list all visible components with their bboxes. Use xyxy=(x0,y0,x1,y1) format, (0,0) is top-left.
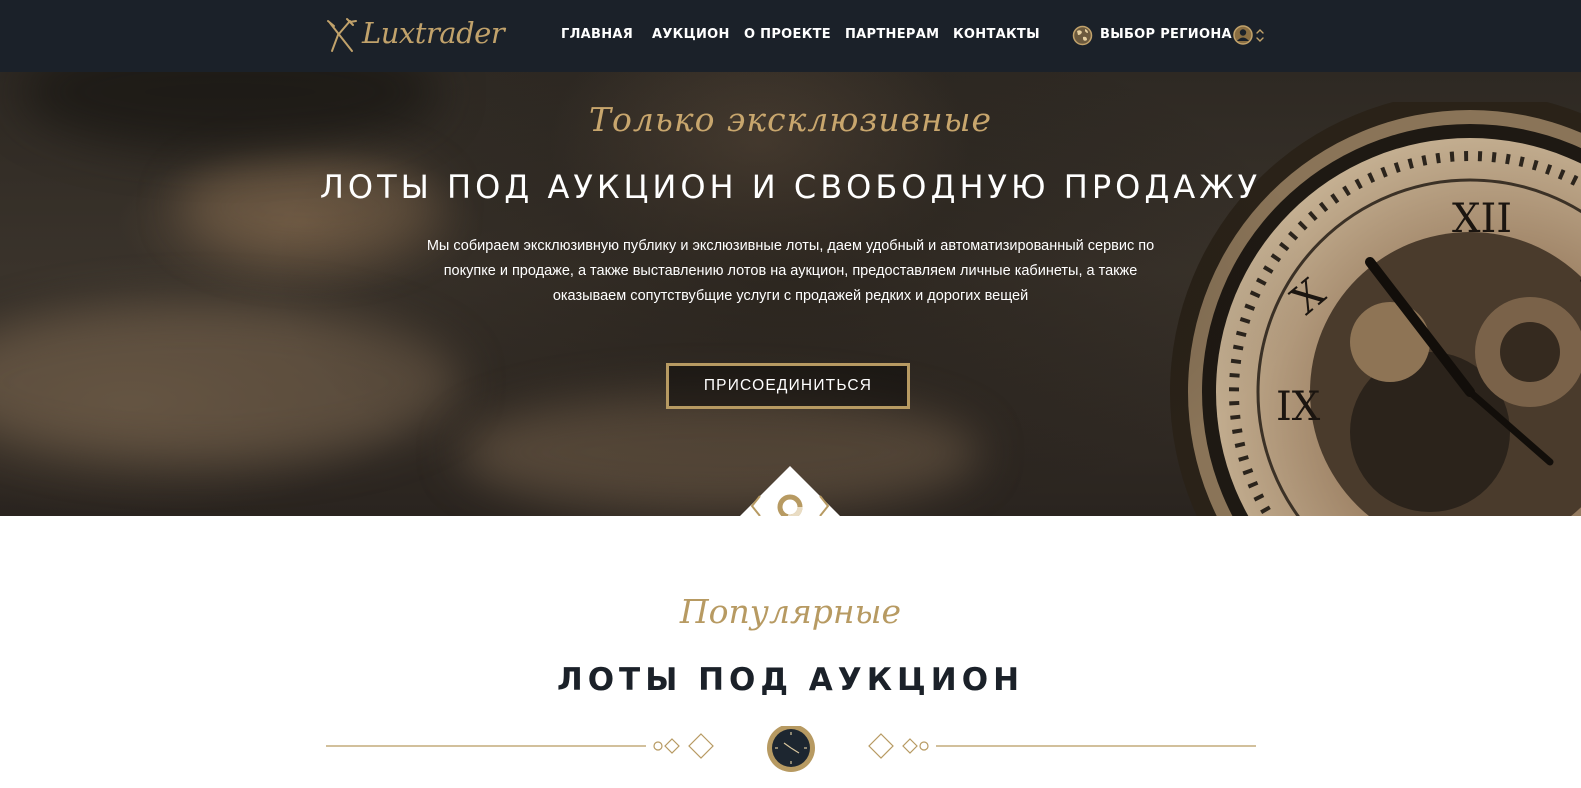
user-menu[interactable] xyxy=(1232,24,1272,53)
hero-script-heading: Только эксклюзивные xyxy=(589,100,992,139)
hero-title: ЛОТЫ ПОД АУКЦИОН И СВОБОДНУЮ ПРОДАЖУ xyxy=(319,168,1262,206)
site-header: Luxtrader ГЛАВНАЯ АУКЦИОН О ПРОЕКТЕ ПАРТ… xyxy=(0,0,1581,72)
fork-knife-icon xyxy=(327,18,357,52)
hero-description: Мы собираем эксклюзивную публику и экслю… xyxy=(426,238,1155,304)
watch-icon xyxy=(767,726,815,772)
user-icon xyxy=(1233,25,1253,45)
nav-item-auction[interactable]: АУКЦИОН xyxy=(652,27,730,42)
slider-nav xyxy=(740,466,840,516)
chevron-up-down-icon xyxy=(1256,29,1264,42)
region-label: ВЫБОР РЕГИОНА xyxy=(1100,27,1232,42)
hero-banner: XII I X IX Только эксклюзивные ЛОТЫ ПОД … xyxy=(0,72,1581,516)
section-title: ЛОТЫ ПОД АУКЦИОН xyxy=(556,662,1025,698)
section-script-heading: Популярные xyxy=(679,592,902,631)
join-button[interactable]: ПРИСОЕДИНИТЬСЯ xyxy=(666,363,910,409)
logo[interactable]: Luxtrader xyxy=(326,14,505,58)
section-divider xyxy=(326,726,1256,772)
globe-icon xyxy=(1072,25,1093,46)
logo-text: Luxtrader xyxy=(362,16,505,50)
nav-item-partners[interactable]: ПАРТНЕРАМ xyxy=(845,27,939,42)
nav-item-about[interactable]: О ПРОЕКТЕ xyxy=(744,27,831,42)
nav-item-contacts[interactable]: КОНТАКТЫ xyxy=(953,27,1040,42)
nav-item-home[interactable]: ГЛАВНАЯ xyxy=(561,27,633,42)
